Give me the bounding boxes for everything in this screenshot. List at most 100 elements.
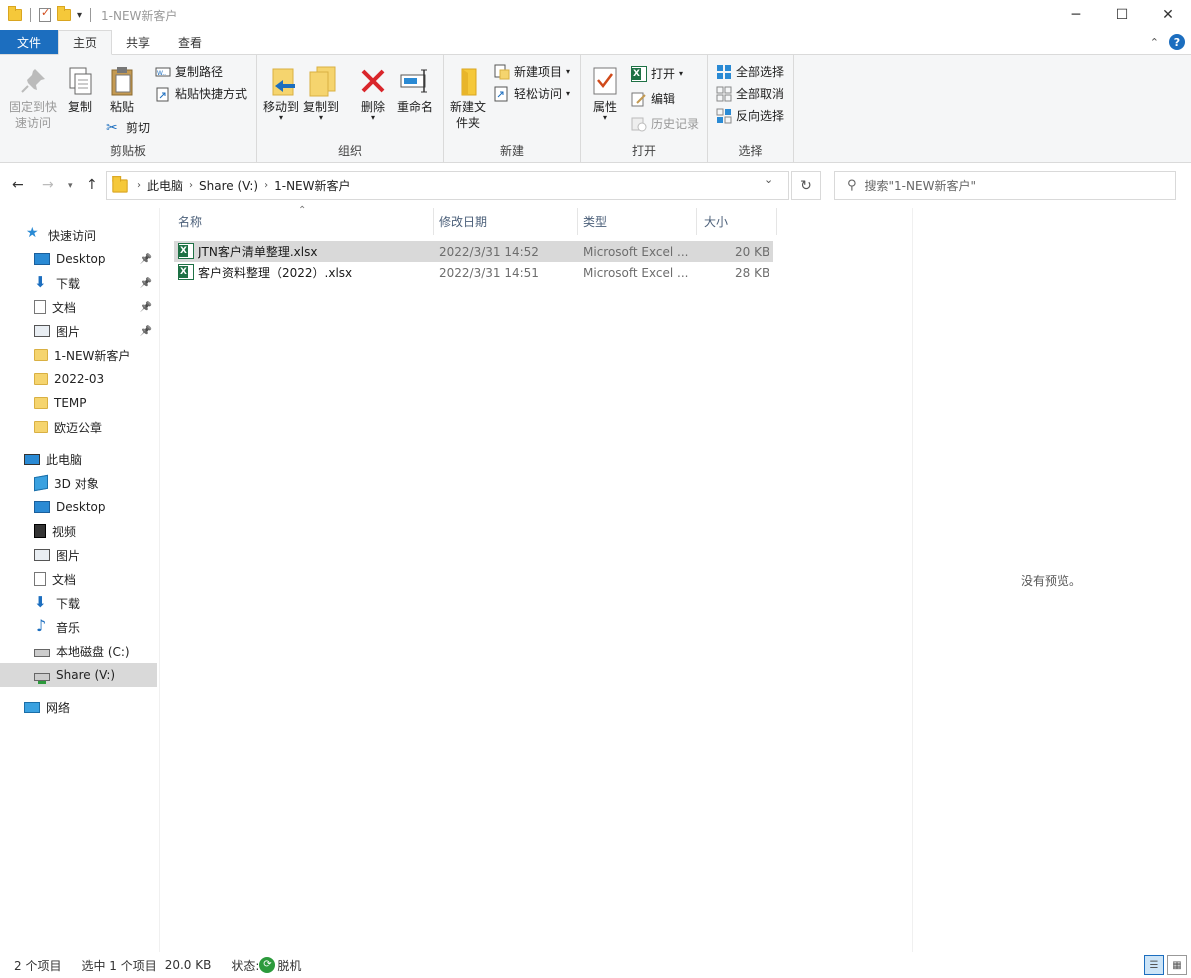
close-button[interactable]: ✕: [1145, 0, 1191, 30]
maximize-button[interactable]: ☐: [1099, 0, 1145, 30]
delete-button[interactable]: 删除 ▾: [355, 65, 391, 122]
tab-view[interactable]: 查看: [164, 30, 216, 54]
nav-quick-item[interactable]: TEMP: [0, 391, 157, 415]
nav-this-pc[interactable]: 此电脑: [24, 447, 156, 471]
copy-to-button[interactable]: 复制到 ▾: [303, 65, 339, 122]
breadcrumb-separator-icon[interactable]: ›: [189, 180, 193, 191]
select-none-label: 全部取消: [736, 87, 785, 101]
rename-button[interactable]: 重命名: [395, 65, 435, 115]
divider: [30, 8, 31, 22]
search-box[interactable]: ⚲ 搜索"1-NEW新客户": [834, 171, 1176, 200]
nav-network[interactable]: 网络: [24, 695, 156, 719]
title-bar: ▾ 1-NEW新客户 ─ ☐ ✕: [0, 0, 1191, 30]
new-folder-button[interactable]: 新建文件夹: [448, 65, 488, 131]
nav-pc-item[interactable]: 视频: [0, 519, 157, 543]
nav-item-label: TEMP: [54, 396, 87, 410]
select-all-icon: [716, 64, 732, 80]
nav-quick-item[interactable]: 1-NEW新客户: [0, 343, 157, 367]
easy-access-chevron-icon: ▾: [566, 89, 571, 98]
nav-network-label: 网络: [46, 700, 71, 715]
nav-item-label: 图片: [56, 548, 81, 563]
breadcrumb-separator-icon[interactable]: ›: [264, 180, 268, 191]
select-all-button[interactable]: 全部选择: [716, 63, 784, 80]
breadcrumb-separator-icon[interactable]: ›: [137, 180, 141, 191]
file-row[interactable]: JTN客户清单整理.xlsx 2022/3/31 14:52 Microsoft E…: [174, 241, 773, 262]
new-folder-icon[interactable]: [57, 6, 71, 21]
column-header-modified[interactable]: 修改日期: [434, 208, 578, 235]
copy-path-button[interactable]: W.. 复制路径: [155, 63, 223, 80]
picture-icon: [34, 549, 50, 561]
edit-button[interactable]: 编辑: [631, 90, 675, 107]
column-header-size[interactable]: 大小: [697, 208, 777, 235]
search-placeholder: 搜索"1-NEW新客户": [864, 179, 976, 193]
move-to-button[interactable]: 移动到 ▾: [263, 65, 299, 122]
breadcrumb-share-drive[interactable]: Share (V:): [199, 179, 258, 193]
select-none-button[interactable]: 全部取消: [716, 85, 784, 102]
invert-selection-button[interactable]: 反向选择: [716, 107, 784, 124]
download-icon: [34, 593, 50, 611]
tab-file[interactable]: 文件: [0, 30, 58, 54]
nav-pc-item[interactable]: 本地磁盘 (C:): [0, 639, 157, 663]
details-view-icon[interactable]: ☰: [1144, 955, 1164, 975]
nav-item-label: 图片: [56, 324, 81, 339]
help-icon[interactable]: ?: [1169, 34, 1185, 50]
nav-quick-access-label: 快速访问: [48, 228, 97, 243]
select-group-label: 选择: [738, 144, 763, 158]
paste-icon: [106, 65, 138, 97]
edit-label: 编辑: [651, 92, 676, 106]
nav-quick-access[interactable]: 快速访问: [26, 223, 156, 247]
nav-quick-item[interactable]: 2022-03: [0, 367, 157, 391]
properties-button[interactable]: 属性 ▾: [587, 65, 623, 122]
up-arrow-icon[interactable]: ↑: [86, 177, 98, 193]
paste-shortcut-button[interactable]: 粘贴快捷方式: [155, 85, 247, 102]
column-header-name[interactable]: 名称: [160, 208, 434, 235]
column-header-type[interactable]: 类型: [578, 208, 697, 235]
file-size: 20 KB: [735, 244, 769, 259]
open-button[interactable]: 打开 ▾: [631, 65, 683, 82]
nav-quick-item[interactable]: 文档 📌: [0, 295, 157, 319]
pin-icon: 📌: [139, 253, 152, 265]
document-icon: [34, 572, 46, 586]
file-row[interactable]: 客户资料整理（2022）.xlsx 2022/3/31 14:51 Microsof…: [174, 262, 773, 283]
nav-pc-item[interactable]: 文档: [0, 567, 157, 591]
copy-path-icon: W..: [155, 64, 171, 80]
nav-pc-item[interactable]: 音乐: [0, 615, 157, 639]
forward-arrow-icon[interactable]: →: [42, 177, 54, 193]
paste-button[interactable]: 粘贴: [104, 65, 140, 115]
desktop-icon: [34, 501, 50, 513]
nav-pc-item[interactable]: Desktop: [0, 495, 157, 519]
nav-pc-item[interactable]: 3D 对象: [0, 471, 157, 495]
nav-quick-item[interactable]: 下载 📌: [0, 271, 157, 295]
easy-access-button[interactable]: 轻松访问 ▾: [494, 85, 570, 102]
status-value: 脱机: [277, 958, 302, 973]
pin-icon: 📌: [139, 301, 152, 313]
breadcrumb-this-pc[interactable]: 此电脑: [147, 177, 183, 194]
address-history-chevron-icon[interactable]: ⌄: [764, 173, 773, 186]
large-icons-view-icon[interactable]: ▦: [1167, 955, 1187, 975]
recent-locations-chevron-icon[interactable]: ▾: [68, 181, 73, 191]
music-icon: [34, 616, 50, 635]
address-bar[interactable]: › 此电脑 › Share (V:) › 1-NEW新客户: [106, 171, 789, 200]
window-title: 1-NEW新客户: [101, 8, 178, 23]
expand-ribbon-chevron-icon[interactable]: ⌃: [1150, 36, 1159, 49]
cut-button[interactable]: ✂ 剪切: [106, 119, 150, 136]
invert-selection-icon: [716, 108, 732, 124]
new-item-button[interactable]: 新建项目 ▾: [494, 63, 570, 80]
refresh-button[interactable]: ↻: [791, 171, 821, 200]
nav-pc-item[interactable]: Share (V:): [0, 663, 157, 687]
tab-home[interactable]: 主页: [58, 30, 113, 55]
nav-quick-item[interactable]: Desktop 📌: [0, 247, 157, 271]
nav-quick-item[interactable]: 图片 📌: [0, 319, 157, 343]
nav-pc-item[interactable]: 图片: [0, 543, 157, 567]
pin-quick-access-button[interactable]: 固定到快速访问: [6, 65, 60, 131]
nav-quick-item[interactable]: 欧迈公章: [0, 415, 157, 439]
nav-pc-item[interactable]: 下载: [0, 591, 157, 615]
copy-button[interactable]: 复制: [64, 65, 96, 115]
tab-share[interactable]: 共享: [112, 30, 164, 54]
customize-quick-access-chevron-icon[interactable]: ▾: [77, 10, 82, 21]
back-arrow-icon[interactable]: ←: [12, 177, 24, 193]
breadcrumb-current-folder[interactable]: 1-NEW新客户: [274, 177, 350, 194]
properties-icon[interactable]: [39, 6, 51, 22]
navigation-pane: 快速访问 Desktop 📌 下载 📌 文档 📌 图片 📌 1-NEW新客户 2022-03 TEM…: [0, 208, 160, 952]
minimize-button[interactable]: ─: [1053, 0, 1099, 30]
